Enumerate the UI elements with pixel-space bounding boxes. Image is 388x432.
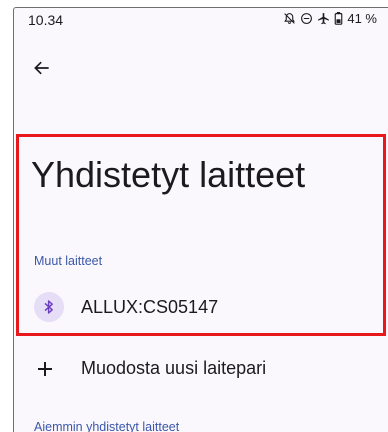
status-bar: 10.34 41 % bbox=[14, 8, 388, 32]
section-header-previously-connected: Aiemmin yhdistetyt laitteet bbox=[34, 420, 180, 432]
device-name: ALLUX:CS05147 bbox=[81, 297, 219, 317]
page-title: Yhdistetyt laitteet bbox=[31, 154, 306, 195]
pair-new-device-button[interactable]: Muodosta uusi laitepari bbox=[14, 348, 388, 388]
section-header-other-devices: Muut laitteet bbox=[34, 254, 103, 268]
status-icons: 41 % bbox=[283, 11, 377, 26]
plus-icon bbox=[34, 358, 56, 380]
do-not-disturb-icon bbox=[300, 12, 313, 25]
status-time: 10.34 bbox=[28, 12, 64, 28]
arrow-back-icon bbox=[32, 58, 52, 83]
battery-percentage: 41 % bbox=[347, 11, 377, 26]
airplane-mode-icon bbox=[317, 12, 330, 25]
device-item-allux[interactable]: ALLUX:CS05147 bbox=[14, 282, 382, 330]
notifications-off-icon bbox=[283, 12, 296, 25]
pair-new-device-label: Muodosta uusi laitepari bbox=[81, 358, 267, 378]
bluetooth-icon bbox=[34, 292, 64, 322]
back-button[interactable] bbox=[28, 56, 56, 84]
phone-screen: 10.34 41 % Yhdistetyt laitteet Muut lait… bbox=[13, 7, 388, 432]
battery-icon bbox=[334, 12, 343, 25]
